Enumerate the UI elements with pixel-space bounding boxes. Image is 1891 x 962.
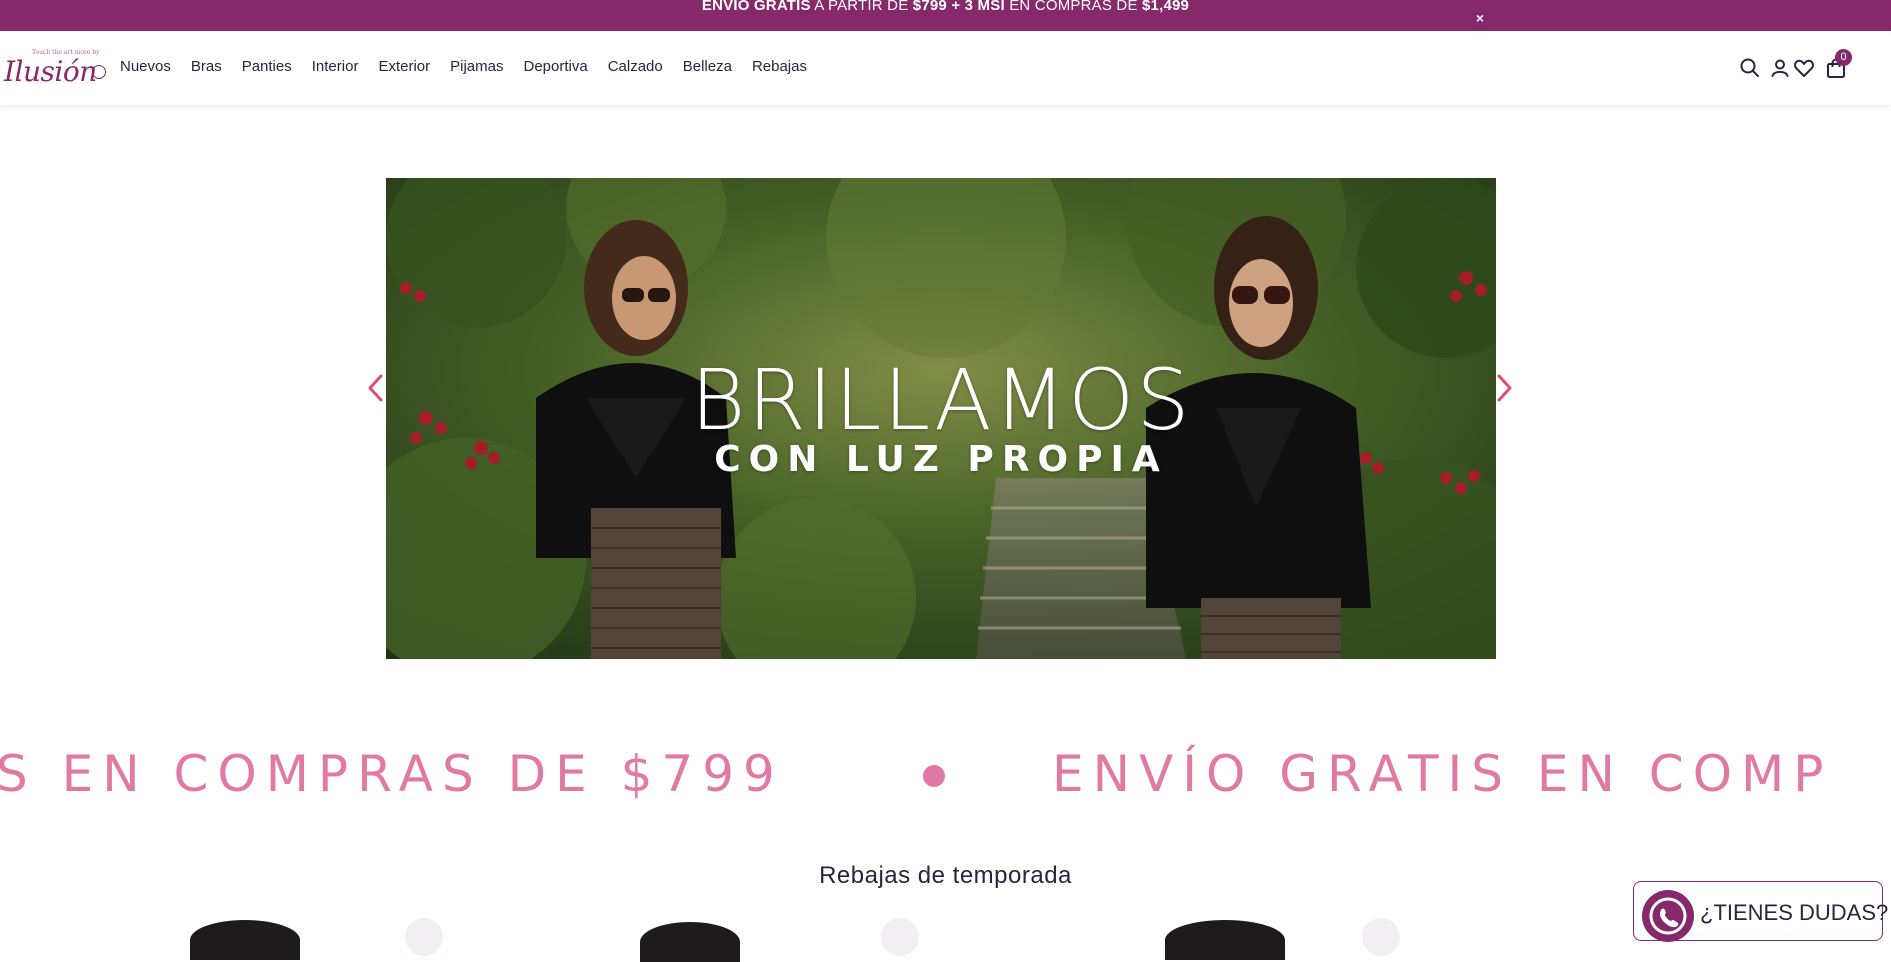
hero-headline: BRILLAMOS	[690, 351, 1192, 449]
nav-item-interior[interactable]: Interior	[312, 58, 359, 75]
promo-marquee: S EN COMPRAS DE $799 ENVÍO GRATIS EN COM…	[0, 744, 1891, 804]
nav-item-exterior[interactable]: Exterior	[378, 58, 430, 75]
wishlist-heart-icon[interactable]	[1362, 918, 1400, 956]
logo[interactable]: Touch the art more by Ilusión	[4, 45, 108, 89]
section-title: Rebajas de temporada	[819, 862, 1072, 889]
carousel-prev-button[interactable]	[364, 372, 388, 404]
nav-item-belleza[interactable]: Belleza	[683, 58, 732, 75]
carousel-next-button[interactable]	[1492, 372, 1516, 404]
chevron-right-icon	[1497, 374, 1512, 402]
nav-item-panties[interactable]: Panties	[242, 58, 292, 75]
marquee-text-left: S EN COMPRAS DE $799	[0, 745, 784, 803]
nav-item-rebajas[interactable]: Rebajas	[752, 58, 807, 75]
wishlist-heart-icon[interactable]	[405, 918, 443, 956]
product-image-1[interactable]	[190, 920, 300, 960]
announcement-highlight-amount: $799 + 3 MSI	[912, 0, 1005, 14]
product-image-2[interactable]	[640, 922, 740, 962]
marquee-text-right: ENVÍO GRATIS EN COMP	[1052, 745, 1833, 803]
announcement-highlight-threshold: $1,499	[1142, 0, 1190, 14]
whatsapp-help-button[interactable]: ¿TIENES DUDAS?	[1633, 881, 1888, 942]
announcement-text-from: A PARTIR DE	[810, 0, 913, 14]
wishlist-heart-icon[interactable]	[881, 918, 919, 956]
site-header: Touch the art more by Ilusión Nuevos Bra…	[0, 31, 1891, 105]
nav-item-calzado[interactable]: Calzado	[608, 58, 663, 75]
nav-item-nuevos[interactable]: Nuevos	[120, 58, 171, 75]
user-icon[interactable]	[1768, 56, 1792, 80]
announcement-highlight-free: ENVÍO GRATIS	[701, 0, 811, 14]
product-image-3[interactable]	[1165, 920, 1285, 960]
logo-wordmark: Ilusión	[4, 55, 97, 88]
whatsapp-label: ¿TIENES DUDAS?	[1700, 900, 1889, 925]
chevron-left-icon	[368, 374, 383, 402]
close-announcement-button[interactable]: ×	[1471, 9, 1489, 27]
announcement-text-purchases: EN COMPRAS DE	[1004, 0, 1143, 14]
marquee-separator-dot	[923, 765, 945, 787]
main-nav: Nuevos Bras Panties Interior Exterior Pi…	[120, 58, 827, 75]
hero-subheadline: CON LUZ PROPIA	[714, 439, 1168, 480]
nav-item-deportiva[interactable]: Deportiva	[523, 58, 587, 75]
heart-icon[interactable]	[1792, 56, 1816, 80]
hero-banner[interactable]: BRILLAMOS CON LUZ PROPIA	[386, 178, 1496, 659]
nav-item-bras[interactable]: Bras	[191, 58, 222, 75]
announcement-bar: ENVÍO GRATIS A PARTIR DE $799 + 3 MSI EN…	[0, 0, 1891, 31]
search-icon[interactable]	[1738, 56, 1762, 80]
announcement-text: ENVÍO GRATIS A PARTIR DE $799 + 3 MSI EN…	[0, 0, 1891, 16]
whatsapp-icon	[1642, 890, 1694, 942]
nav-item-pijamas[interactable]: Pijamas	[450, 58, 503, 75]
cart-count-badge: 0	[1835, 49, 1852, 66]
